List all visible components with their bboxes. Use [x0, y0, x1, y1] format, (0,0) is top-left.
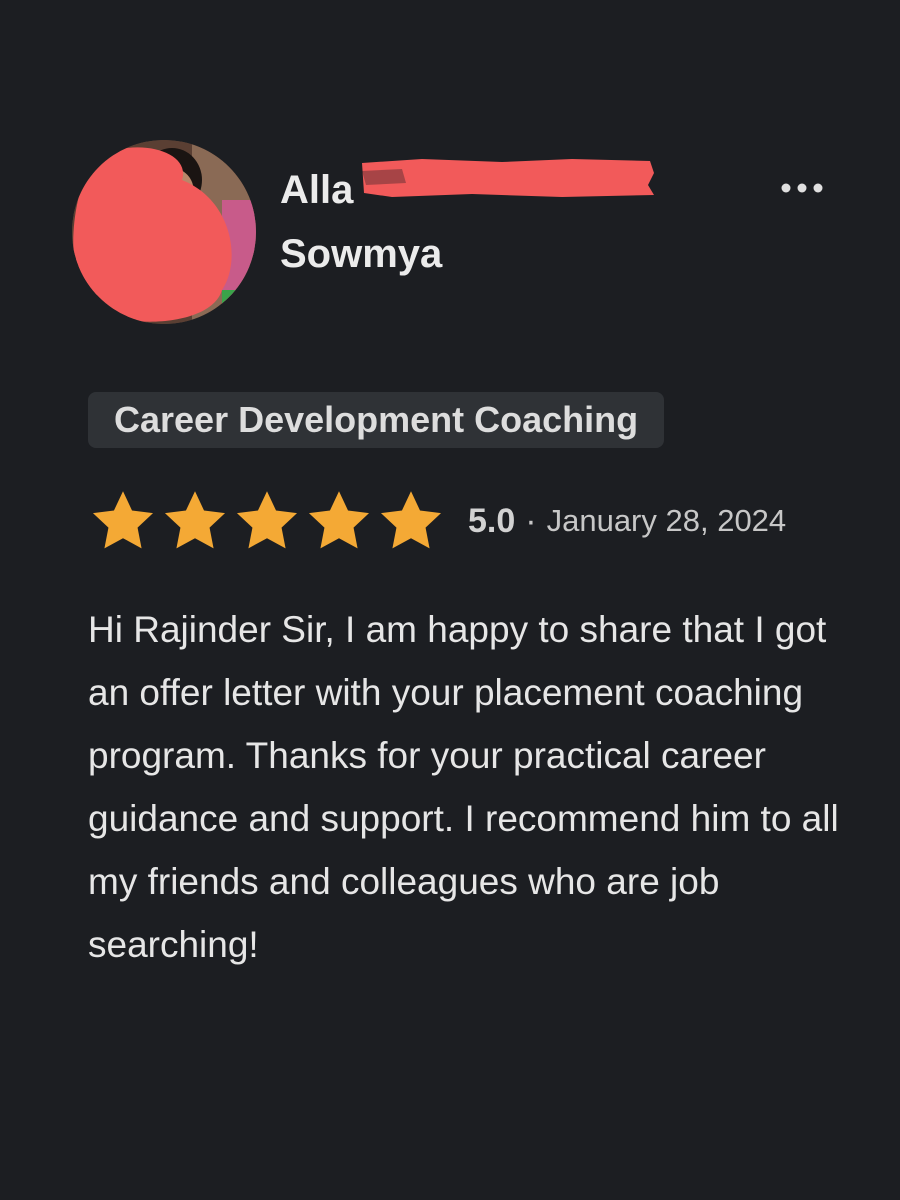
redaction-mark [362, 159, 654, 197]
rating-value: 5.0 [468, 501, 516, 540]
review-card: Alla Sowmya Career Development Coaching [0, 0, 900, 1200]
star-icon [236, 491, 298, 549]
star-icon [308, 491, 370, 549]
star-rating [88, 486, 446, 556]
avatar[interactable] [72, 140, 256, 324]
service-tag[interactable]: Career Development Coaching [88, 392, 665, 448]
reviewer-name-block: Alla Sowmya [280, 158, 700, 286]
star-icon [164, 491, 226, 549]
reviewer-name-text: Alla [280, 168, 354, 212]
star-icon [92, 491, 154, 549]
reviewer-last-name: Sowmya [280, 232, 443, 276]
rating-separator: · [525, 501, 537, 540]
more-options-button[interactable] [772, 168, 832, 208]
rating-row: 5.0 · January 28, 2024 [88, 486, 786, 556]
reviewer-first-name[interactable]: Alla [280, 158, 700, 222]
more-horizontal-icon [781, 183, 823, 193]
review-text: Hi Rajinder Sir, I am happy to share tha… [88, 609, 839, 965]
review-header: Alla Sowmya [72, 140, 832, 330]
review-date: January 28, 2024 [546, 503, 787, 538]
star-icon [380, 491, 442, 549]
